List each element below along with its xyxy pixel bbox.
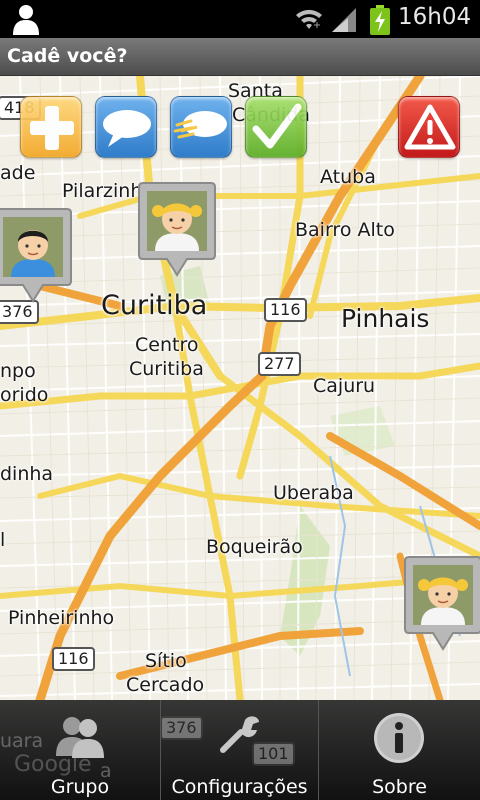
wifi-icon [296, 9, 322, 29]
plus-icon [30, 106, 74, 150]
girl-avatar-icon [138, 182, 216, 277]
map-pin-girl-avatar-2[interactable] [403, 555, 480, 651]
message-button[interactable] [95, 96, 157, 158]
shout-button[interactable] [170, 96, 232, 158]
alert-button[interactable] [398, 96, 460, 158]
warning-triangle-icon [404, 104, 456, 150]
map-label-centro-curitiba: Curitiba [129, 358, 204, 380]
add-contact-button[interactable] [20, 96, 82, 158]
road-shield-116-south: 116 [52, 647, 95, 671]
app-title: Cadê você? [7, 45, 128, 67]
signal-icon [332, 8, 356, 32]
map-label-pinheirinho: Pinheirinho [8, 607, 115, 629]
map-pin-girl-avatar[interactable] [137, 181, 217, 277]
map-pin-boy-avatar[interactable] [0, 207, 73, 303]
map-label-cajuru: Cajuru [313, 375, 376, 397]
map-label-pinhais: Pinhais [341, 304, 430, 333]
road-shield-116-north: 116 [264, 298, 307, 322]
nav-about-button[interactable]: Sobre [319, 700, 480, 800]
wrench-icon [220, 716, 259, 753]
shout-bubble-icon [173, 111, 227, 139]
map-label-campo-edge: npo [0, 360, 36, 382]
app-title-bar: Cadê você? [0, 38, 480, 105]
info-icon [374, 713, 424, 763]
check-in-button[interactable] [245, 96, 307, 158]
map-view[interactable]: Santa Cândida ade Atuba Pilarzinho Bairr… [0, 76, 480, 700]
map-label-atuba: Atuba [320, 166, 376, 188]
nav-group-button[interactable]: Grupo [0, 700, 160, 800]
group-icon [56, 717, 104, 758]
checkmark-icon [252, 103, 302, 149]
map-label-sitio: Sítio [145, 650, 187, 672]
map-label-cercado: Cercado [126, 674, 205, 696]
nav-about-label: Sobre [372, 776, 427, 798]
map-label-uberaba: Uberaba [273, 482, 354, 504]
road-shield-376-west: 376 [0, 300, 39, 324]
speech-bubble-icon [103, 110, 151, 147]
map-label-orido-edge: orido [0, 384, 49, 406]
road-shield-277: 277 [258, 352, 301, 376]
nav-group-label: Grupo [50, 776, 110, 798]
bottom-navigation: 376 101 uara Br a Google Grupo Configura… [0, 700, 480, 800]
map-label-cade-edge: ade [0, 162, 36, 184]
nav-settings-button[interactable]: Configurações [161, 700, 318, 800]
status-time: 16h04 [398, 4, 472, 30]
boy-avatar-icon [0, 208, 72, 303]
girl-avatar-icon-2 [404, 556, 480, 651]
map-label-curitiba: Curitiba [101, 290, 208, 321]
battery-charging-icon [370, 5, 390, 35]
person-notification-icon [13, 5, 39, 35]
map-label-dinha-edge: dinha [0, 463, 54, 485]
map-label-centro: Centro [135, 334, 199, 356]
status-bar: 16h04 [0, 0, 480, 38]
nav-settings-label: Configurações [171, 776, 308, 798]
map-label-l-edge: l [0, 529, 6, 551]
map-label-boqueirao: Boqueirão [206, 536, 303, 558]
map-label-bairro-alto: Bairro Alto [295, 219, 395, 241]
